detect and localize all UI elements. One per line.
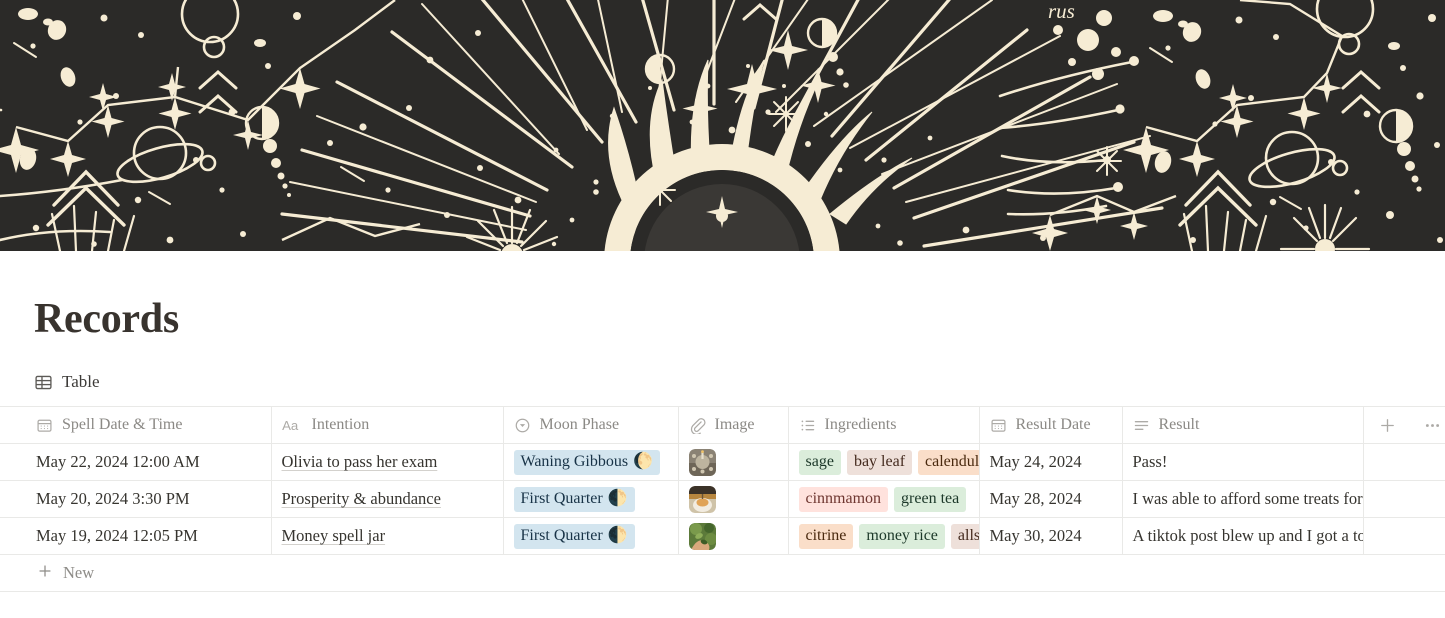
cell-row-end: [1363, 443, 1445, 482]
column-header-label: Result Date: [1015, 416, 1091, 434]
column-header-label: Result: [1158, 416, 1200, 434]
table-row[interactable]: May 19, 2024 12:05 PM Money spell jar Fi…: [0, 517, 1445, 556]
table-header-row: Spell Date & Time Aa Intention Moon Phas…: [0, 406, 1445, 445]
view-tabs: Table: [34, 368, 1445, 396]
svg-text:Aa: Aa: [282, 418, 299, 433]
page-body: Records Table Spell Date & Time Aa Inten…: [0, 296, 1445, 593]
table-body: May 22, 2024 12:00 AM Olivia to pass her…: [0, 443, 1445, 593]
text-lines-icon: [1133, 417, 1150, 434]
cell-result-date[interactable]: May 24, 2024: [979, 443, 1123, 482]
intention-page-link[interactable]: Prosperity & abundance: [282, 489, 441, 508]
cell-ingredients[interactable]: cinnmamon green tea: [788, 480, 980, 519]
ingredient-tag: sage: [798, 449, 841, 475]
candle-bowl-thumbnail[interactable]: [688, 485, 716, 513]
column-header-label: Spell Date & Time: [62, 416, 183, 434]
column-options-button[interactable]: [1423, 416, 1442, 435]
ingredient-tag: money rice: [859, 523, 945, 549]
cell-moon-phase[interactable]: Waning Gibbous 🌔: [503, 443, 679, 482]
cell-image[interactable]: [678, 443, 789, 482]
column-header-image[interactable]: Image: [678, 406, 789, 445]
cell-spell-date[interactable]: May 20, 2024 3:30 PM: [0, 480, 272, 519]
add-column-button[interactable]: [1378, 416, 1397, 435]
cell-result-date[interactable]: May 28, 2024: [979, 480, 1123, 519]
ingredient-tag: citrine: [798, 523, 854, 549]
cell-moon-phase[interactable]: First Quarter 🌓: [503, 517, 679, 556]
records-table: Spell Date & Time Aa Intention Moon Phas…: [0, 406, 1445, 593]
column-header-spell-date[interactable]: Spell Date & Time: [0, 406, 272, 445]
cell-spell-date[interactable]: May 19, 2024 12:05 PM: [0, 517, 272, 556]
ingredient-tag: cinnmamon: [798, 486, 889, 512]
ingredient-tag: allspice: [950, 523, 978, 549]
column-header-result[interactable]: Result: [1122, 406, 1364, 445]
column-header-moon-phase[interactable]: Moon Phase: [503, 406, 679, 445]
moon-emoji-icon: 🌓: [607, 489, 628, 507]
cell-row-end: [1363, 480, 1445, 519]
cell-result-date[interactable]: May 30, 2024: [979, 517, 1123, 556]
moon-emoji-icon: 🌓: [607, 526, 628, 544]
cell-moon-phase[interactable]: First Quarter 🌓: [503, 480, 679, 519]
column-header-label: Image: [714, 416, 755, 434]
celestial-cover-art: rus: [0, 0, 1445, 251]
multi-select-icon: [799, 417, 816, 434]
intention-page-link[interactable]: Olivia to pass her exam: [282, 452, 438, 471]
moon-phase-tag: Waning Gibbous 🌔: [513, 449, 661, 475]
calendar-icon: [36, 417, 53, 434]
cover-zodiac-label: rus: [1048, 0, 1075, 23]
cell-image[interactable]: [678, 517, 789, 556]
new-row-button[interactable]: New: [36, 562, 1436, 585]
column-header-result-date[interactable]: Result Date: [979, 406, 1123, 445]
cell-image[interactable]: [678, 480, 789, 519]
plus-icon: [36, 562, 54, 585]
column-header-label: Moon Phase: [539, 416, 620, 434]
paperclip-icon: [689, 417, 706, 434]
view-tab-table[interactable]: Table: [34, 372, 100, 392]
herbs-in-hand-thumbnail[interactable]: [688, 522, 716, 550]
new-row-cell[interactable]: New: [0, 554, 1445, 593]
ingredient-tag: bay leaf: [846, 449, 913, 475]
table-icon: [34, 373, 53, 392]
cell-spell-date[interactable]: May 22, 2024 12:00 AM: [0, 443, 272, 482]
new-row[interactable]: New: [0, 554, 1445, 593]
cell-intention[interactable]: Money spell jar: [271, 517, 504, 556]
moon-phase-label: First Quarter: [520, 489, 603, 507]
spell-jar-thumbnail[interactable]: [688, 448, 716, 476]
title-aa-icon: Aa: [282, 417, 303, 434]
moon-phase-label: Waning Gibbous: [520, 452, 629, 470]
column-header-intention[interactable]: Aa Intention: [271, 406, 504, 445]
table-header: Spell Date & Time Aa Intention Moon Phas…: [0, 406, 1445, 445]
ingredient-tag: calendula: [918, 449, 978, 475]
new-row-label: New: [63, 563, 95, 583]
page-title: Records: [34, 296, 179, 342]
moon-phase-label: First Quarter: [520, 526, 603, 544]
column-header-label: Intention: [311, 416, 370, 434]
table-row[interactable]: May 20, 2024 3:30 PM Prosperity & abunda…: [0, 480, 1445, 519]
moon-emoji-icon: 🌔: [633, 452, 654, 470]
ingredient-tag: green tea: [894, 486, 967, 512]
cell-row-end: [1363, 517, 1445, 556]
intention-page-link[interactable]: Money spell jar: [282, 526, 386, 545]
cell-result[interactable]: I was able to afford some treats for: [1122, 480, 1364, 519]
cell-ingredients[interactable]: sage bay leaf calendula: [788, 443, 980, 482]
calendar-icon: [990, 417, 1007, 434]
cell-intention[interactable]: Olivia to pass her exam: [271, 443, 504, 482]
cell-result[interactable]: Pass!: [1122, 443, 1364, 482]
cell-ingredients[interactable]: citrine money rice allspice: [788, 517, 980, 556]
database-table-wrapper: Spell Date & Time Aa Intention Moon Phas…: [0, 406, 1445, 593]
column-header-label: Ingredients: [824, 416, 897, 434]
moon-phase-tag: First Quarter 🌓: [513, 486, 635, 512]
page-cover[interactable]: rus: [0, 0, 1445, 251]
table-header-controls: [1363, 406, 1445, 445]
cell-intention[interactable]: Prosperity & abundance: [271, 480, 504, 519]
moon-phase-tag: First Quarter 🌓: [513, 523, 635, 549]
table-row[interactable]: May 22, 2024 12:00 AM Olivia to pass her…: [0, 443, 1445, 482]
view-tab-label: Table: [62, 372, 100, 392]
select-icon: [514, 417, 531, 434]
column-header-ingredients[interactable]: Ingredients: [788, 406, 980, 445]
cell-result[interactable]: A tiktok post blew up and I got a ton: [1122, 517, 1364, 556]
